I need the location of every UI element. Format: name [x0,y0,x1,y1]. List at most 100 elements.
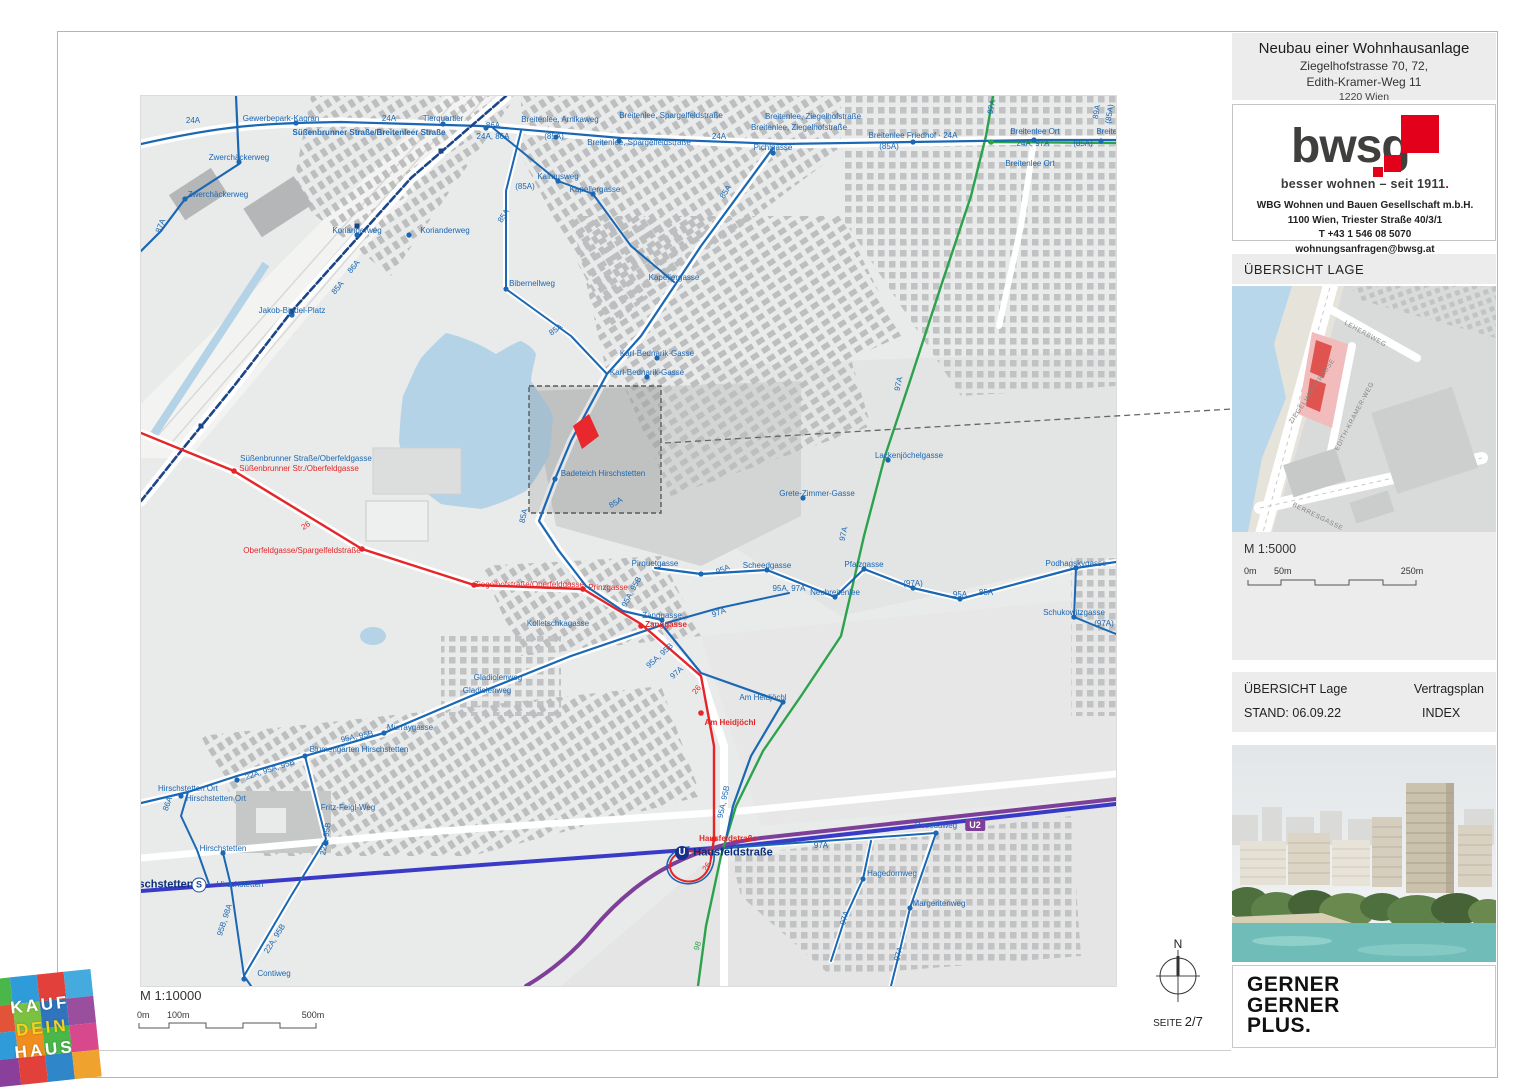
project-address-2: Edith-Kramer-Weg 11 [1232,75,1496,89]
map-label: Podhagskygasse [1046,560,1107,568]
map-label: Zanggasse [645,621,687,629]
map-label: Kapellergasse [649,274,700,282]
map-label: Pichlgasse [754,144,793,152]
map-label: 97A [894,376,905,392]
map-label: Hirschstetten Ort [186,795,246,803]
map-label: Breitenlee, Ziegelhofstraße [765,113,861,121]
map-label: 26 [300,520,312,532]
map-label: Karl-Bednarik-Gasse [610,369,684,377]
map-label: 89A [1092,104,1102,119]
map-label: 97A [839,526,850,542]
map-label: (85A) [544,133,564,141]
map-label: Schukowitzgasse [1043,609,1105,617]
bwsg-phone: T +43 1 546 08 5070 [1233,228,1497,243]
plan-date: STAND: 06.09.22 [1244,706,1422,720]
map-label: 86A [162,796,174,812]
map-label: Tierquartier [423,115,464,123]
project-title: Neubau einer Wohnhausanlage [1232,40,1496,57]
title-block: Neubau einer Wohnhausanlage Ziegelhofstr… [1232,33,1496,100]
map-label: Margeritenweg [913,900,966,908]
map-label: (97A) [1094,620,1114,628]
svg-text:500m: 500m [302,1010,325,1020]
map-label: 22A, 95B [263,923,287,955]
map-label: Blumengärten Hirschstetten [310,746,409,754]
north-compass-icon: N [1148,936,1208,1008]
map-label: 22A, 95B [319,822,333,856]
bwsg-company: WBG Wohnen und Bauen Gesellschaft m.b.H. [1233,199,1497,214]
bwsg-logo-square-icon [1401,115,1439,153]
map-label: Hirschstetten [217,881,264,889]
map-label: 97A [669,665,685,680]
map-label: schstetten [140,880,194,891]
map-label: Breitenlee, Arnikaweg [521,116,598,124]
map-label: Kolletschkagasse [527,620,589,628]
map-label: 24A [712,133,726,141]
gerner-logo-line: PLUS. [1247,1016,1495,1037]
map-label: Murraygasse [387,724,433,732]
map-label: Kalmusweg [537,173,578,181]
map-label: Korianderweg [332,227,381,235]
map-label: Fritz-Feigl-Weg [321,804,376,812]
map-label: Kapellergasse [570,186,621,194]
map-label: 98 [693,941,703,952]
map-label: 24A, 86A [477,133,510,141]
map-label: 95A, 95B [645,642,675,670]
kaufdeinhaus-logo: KAUF DEIN HAUS [0,969,102,1088]
u2-line-badge: U2 [965,819,985,831]
map-label: 22A, 95A, 95B [244,758,296,782]
map-label: 85A [548,323,564,338]
map-label: 24A [382,115,396,123]
map-label: Ziegelhofstraße/Oberfeldgasse [474,581,584,589]
map-label: Breitenlee Ort [1005,160,1054,168]
map-label: Hirschstetten [200,845,247,853]
map-label: Hirschstetten Ort [158,785,218,793]
project-city: 1220 Wien [1232,91,1496,103]
map-label: Pfalzgasse [844,561,883,569]
bwsg-tagline: besser wohnen – seit 1911. [1233,177,1497,191]
map-label: 95A [715,564,731,577]
plan-info-block: ÜBERSICHT Lage Vertragsplan STAND: 06.09… [1232,672,1496,732]
bwsg-logo-square-icon [1373,167,1383,177]
map-scale-bar: 0m 100m 500m [135,1008,345,1038]
map-label: Lackenjöchelgasse [875,452,943,460]
map-label: Hagedornweg [867,870,917,878]
map-label: (97A) [903,580,923,588]
detail-map: ZIEGELHOFSTRASSE LEHERBWEG EDITH-KRAMER-… [1232,286,1496,532]
map-label: 85A [330,280,345,296]
map-label: 85A [608,496,624,510]
svg-text:100m: 100m [167,1010,190,1020]
map-label: (85A) [1073,140,1093,148]
main-map: 24A Gewerbepark-Kagran 24A Tierquartier 86A B… [140,95,1117,987]
map-label: 85A [497,208,511,224]
map-label: (85A) [515,183,535,191]
map-label: Resedaweg [915,822,957,830]
map-label: Breitenlee Friedhof · 24A [869,132,958,140]
plan-index: INDEX [1422,706,1460,720]
map-label: 97A [839,910,850,926]
bwsg-address: 1100 Wien, Triester Straße 40/3/1 [1233,214,1497,229]
plan-info-title: ÜBERSICHT Lage [1244,682,1414,696]
map-label: 86A [346,259,361,275]
map-scale-label: M 1:10000 [140,988,201,1003]
map-label: Neubreitenlee [810,589,860,597]
map-label: Pirquetgasse [632,560,679,568]
map-label: 97A [987,99,998,115]
map-label: 95B, 98A [216,903,234,937]
map-label: Süßenbrunner Str./Oberfeldgasse [239,465,359,473]
map-labels-layer: 24A Gewerbepark-Kagran 24A Tierquartier 86A B… [141,96,1116,986]
svg-text:N: N [1174,937,1183,951]
gerner-logo-box: GERNER GERNER PLUS. [1232,965,1496,1048]
map-label: 85A [519,508,530,524]
map-label: Scheedgasse [743,562,791,570]
map-label: 97A [711,607,727,619]
map-label: Bibernellweg [509,280,555,288]
map-label: Am Heidjöchl [739,694,786,702]
detail-scale-bar: 0m 50m 250m [1244,564,1444,598]
map-label: Badeteich Hirschstetten [561,470,646,478]
map-label: 85A [979,589,993,597]
svg-text:0m: 0m [1244,566,1257,576]
map-label: Karl-Bednarik-Gasse [620,350,694,358]
map-label: Zwerchäckerweg [188,191,248,199]
map-label: Gewerbepark-Kagran [243,115,319,123]
map-label: 95A, 95B [340,730,374,745]
